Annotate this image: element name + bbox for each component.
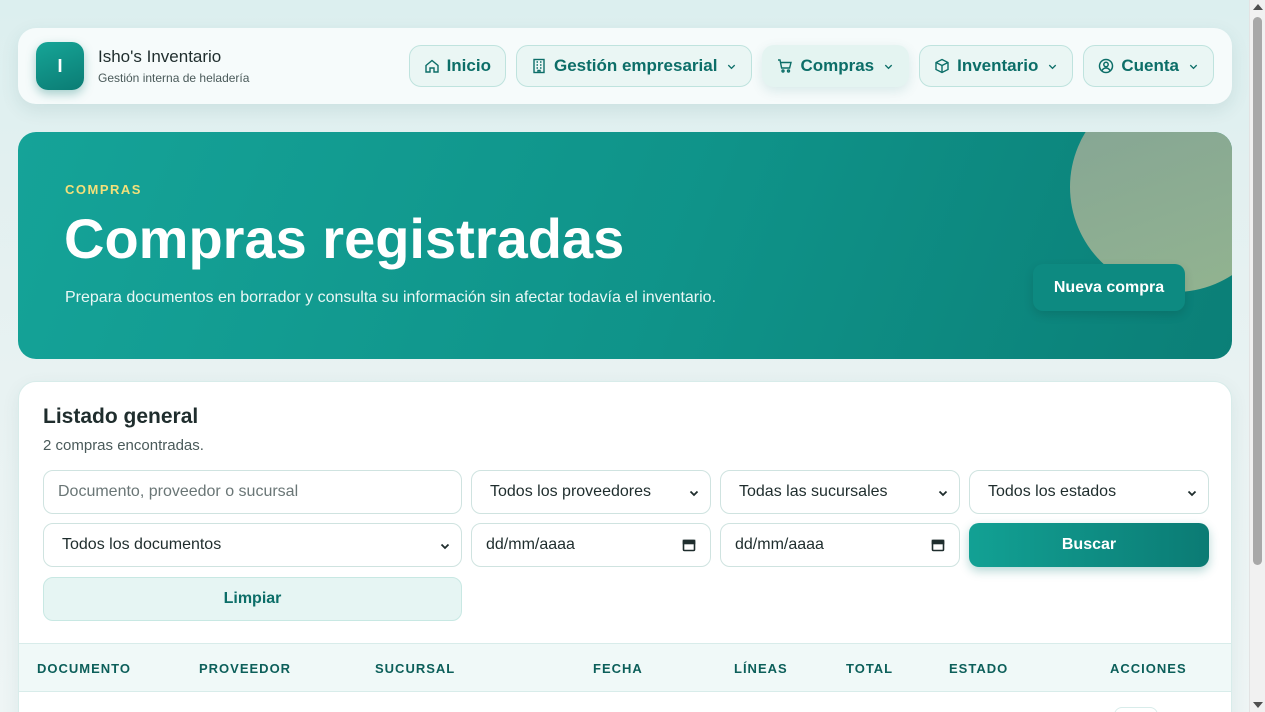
provider-select[interactable]: Todos los proveedores [471, 470, 711, 514]
scroll-thumb[interactable] [1253, 17, 1262, 565]
page: I Isho's Inventario Gestión interna de h… [0, 0, 1249, 712]
brand: Isho's Inventario Gestión interna de hel… [98, 47, 249, 85]
search-input[interactable]: Documento, proveedor o sucursal [43, 470, 462, 514]
nav-inventario-label: Inventario [957, 56, 1039, 75]
col-fecha: FECHA [593, 661, 643, 676]
nav-compras-label: Compras [800, 56, 875, 75]
date-to-placeholder: dd/mm/aaaa [735, 536, 824, 553]
nav-gestion-label: Gestión empresarial [553, 56, 718, 75]
branch-selected: Todas las sucursales [739, 483, 888, 500]
top-navbar: I Isho's Inventario Gestión interna de h… [18, 28, 1232, 104]
chevron-down-icon [1187, 490, 1197, 497]
document-selected: Todos los documentos [62, 536, 222, 553]
chevron-down-icon [440, 543, 450, 550]
chevron-down-icon [1189, 64, 1198, 69]
chevron-down-icon [884, 64, 893, 69]
building-icon [533, 58, 545, 74]
new-purchase-button[interactable]: Nueva compra [1033, 264, 1185, 311]
calendar-icon[interactable] [682, 538, 696, 552]
nav-inicio[interactable]: Inicio [408, 45, 506, 87]
col-lineas: LÍNEAS [734, 661, 788, 676]
page-title: Compras registradas [64, 207, 625, 270]
chevron-down-icon [938, 490, 948, 497]
chevron-down-icon [689, 490, 699, 497]
brand-logo[interactable]: I [36, 42, 84, 90]
col-acciones: ACCIONES [1110, 661, 1187, 676]
listing-title: Listado general [43, 405, 199, 428]
document-select[interactable]: Todos los documentos [43, 523, 462, 567]
date-to-input[interactable]: dd/mm/aaaa [720, 523, 960, 567]
box-icon [935, 58, 949, 74]
page-scrollbar[interactable] [1249, 0, 1265, 712]
date-from-placeholder: dd/mm/aaaa [486, 536, 575, 553]
search-placeholder: Documento, proveedor o sucursal [58, 483, 299, 500]
user-circle-icon [1099, 58, 1114, 74]
chevron-down-icon [1049, 64, 1057, 69]
listing-card: Listado general 2 compras encontradas. D… [18, 381, 1232, 712]
scroll-up-arrow-icon[interactable] [1253, 4, 1263, 10]
branch-select[interactable]: Todas las sucursales [720, 470, 960, 514]
nav-inventario[interactable]: Inventario [919, 45, 1074, 87]
hero-banner: COMPRAS Compras registradas Prepara docu… [18, 132, 1232, 359]
row-action-button[interactable] [1114, 707, 1158, 712]
main-nav: Inicio Gestión empresarial Compras Inven… [408, 45, 1214, 87]
scroll-down-arrow-icon[interactable] [1253, 702, 1263, 708]
clear-button[interactable]: Limpiar [43, 577, 462, 621]
cart-icon [778, 59, 793, 73]
search-button[interactable]: Buscar [969, 523, 1209, 567]
results-count: 2 compras encontradas. [43, 437, 204, 454]
col-proveedor: PROVEEDOR [199, 661, 292, 676]
status-selected: Todos los estados [988, 483, 1117, 500]
col-sucursal: SUCURSAL [375, 661, 456, 676]
hero-eyebrow: COMPRAS [65, 182, 142, 197]
nav-cuenta[interactable]: Cuenta [1083, 45, 1214, 87]
date-from-input[interactable]: dd/mm/aaaa [471, 523, 711, 567]
brand-title: Isho's Inventario [98, 47, 222, 66]
chevron-down-icon [728, 64, 736, 69]
home-icon [424, 59, 439, 73]
col-documento: DOCUMENTO [37, 661, 131, 676]
nav-cuenta-label: Cuenta [1121, 56, 1179, 75]
calendar-icon[interactable] [931, 538, 945, 552]
nav-gestion-empresarial[interactable]: Gestión empresarial [515, 45, 753, 87]
brand-subtitle: Gestión interna de heladería [98, 71, 250, 85]
nav-inicio-label: Inicio [446, 56, 491, 75]
status-select[interactable]: Todos los estados [969, 470, 1209, 514]
hero-description: Prepara documentos en borrador y consult… [65, 289, 717, 306]
table-header: DOCUMENTO PROVEEDOR SUCURSAL FECHA LÍNEA… [19, 643, 1231, 692]
provider-selected: Todos los proveedores [490, 483, 651, 500]
col-estado: ESTADO [949, 661, 1009, 676]
nav-compras[interactable]: Compras [762, 45, 910, 87]
col-total: TOTAL [846, 661, 894, 676]
